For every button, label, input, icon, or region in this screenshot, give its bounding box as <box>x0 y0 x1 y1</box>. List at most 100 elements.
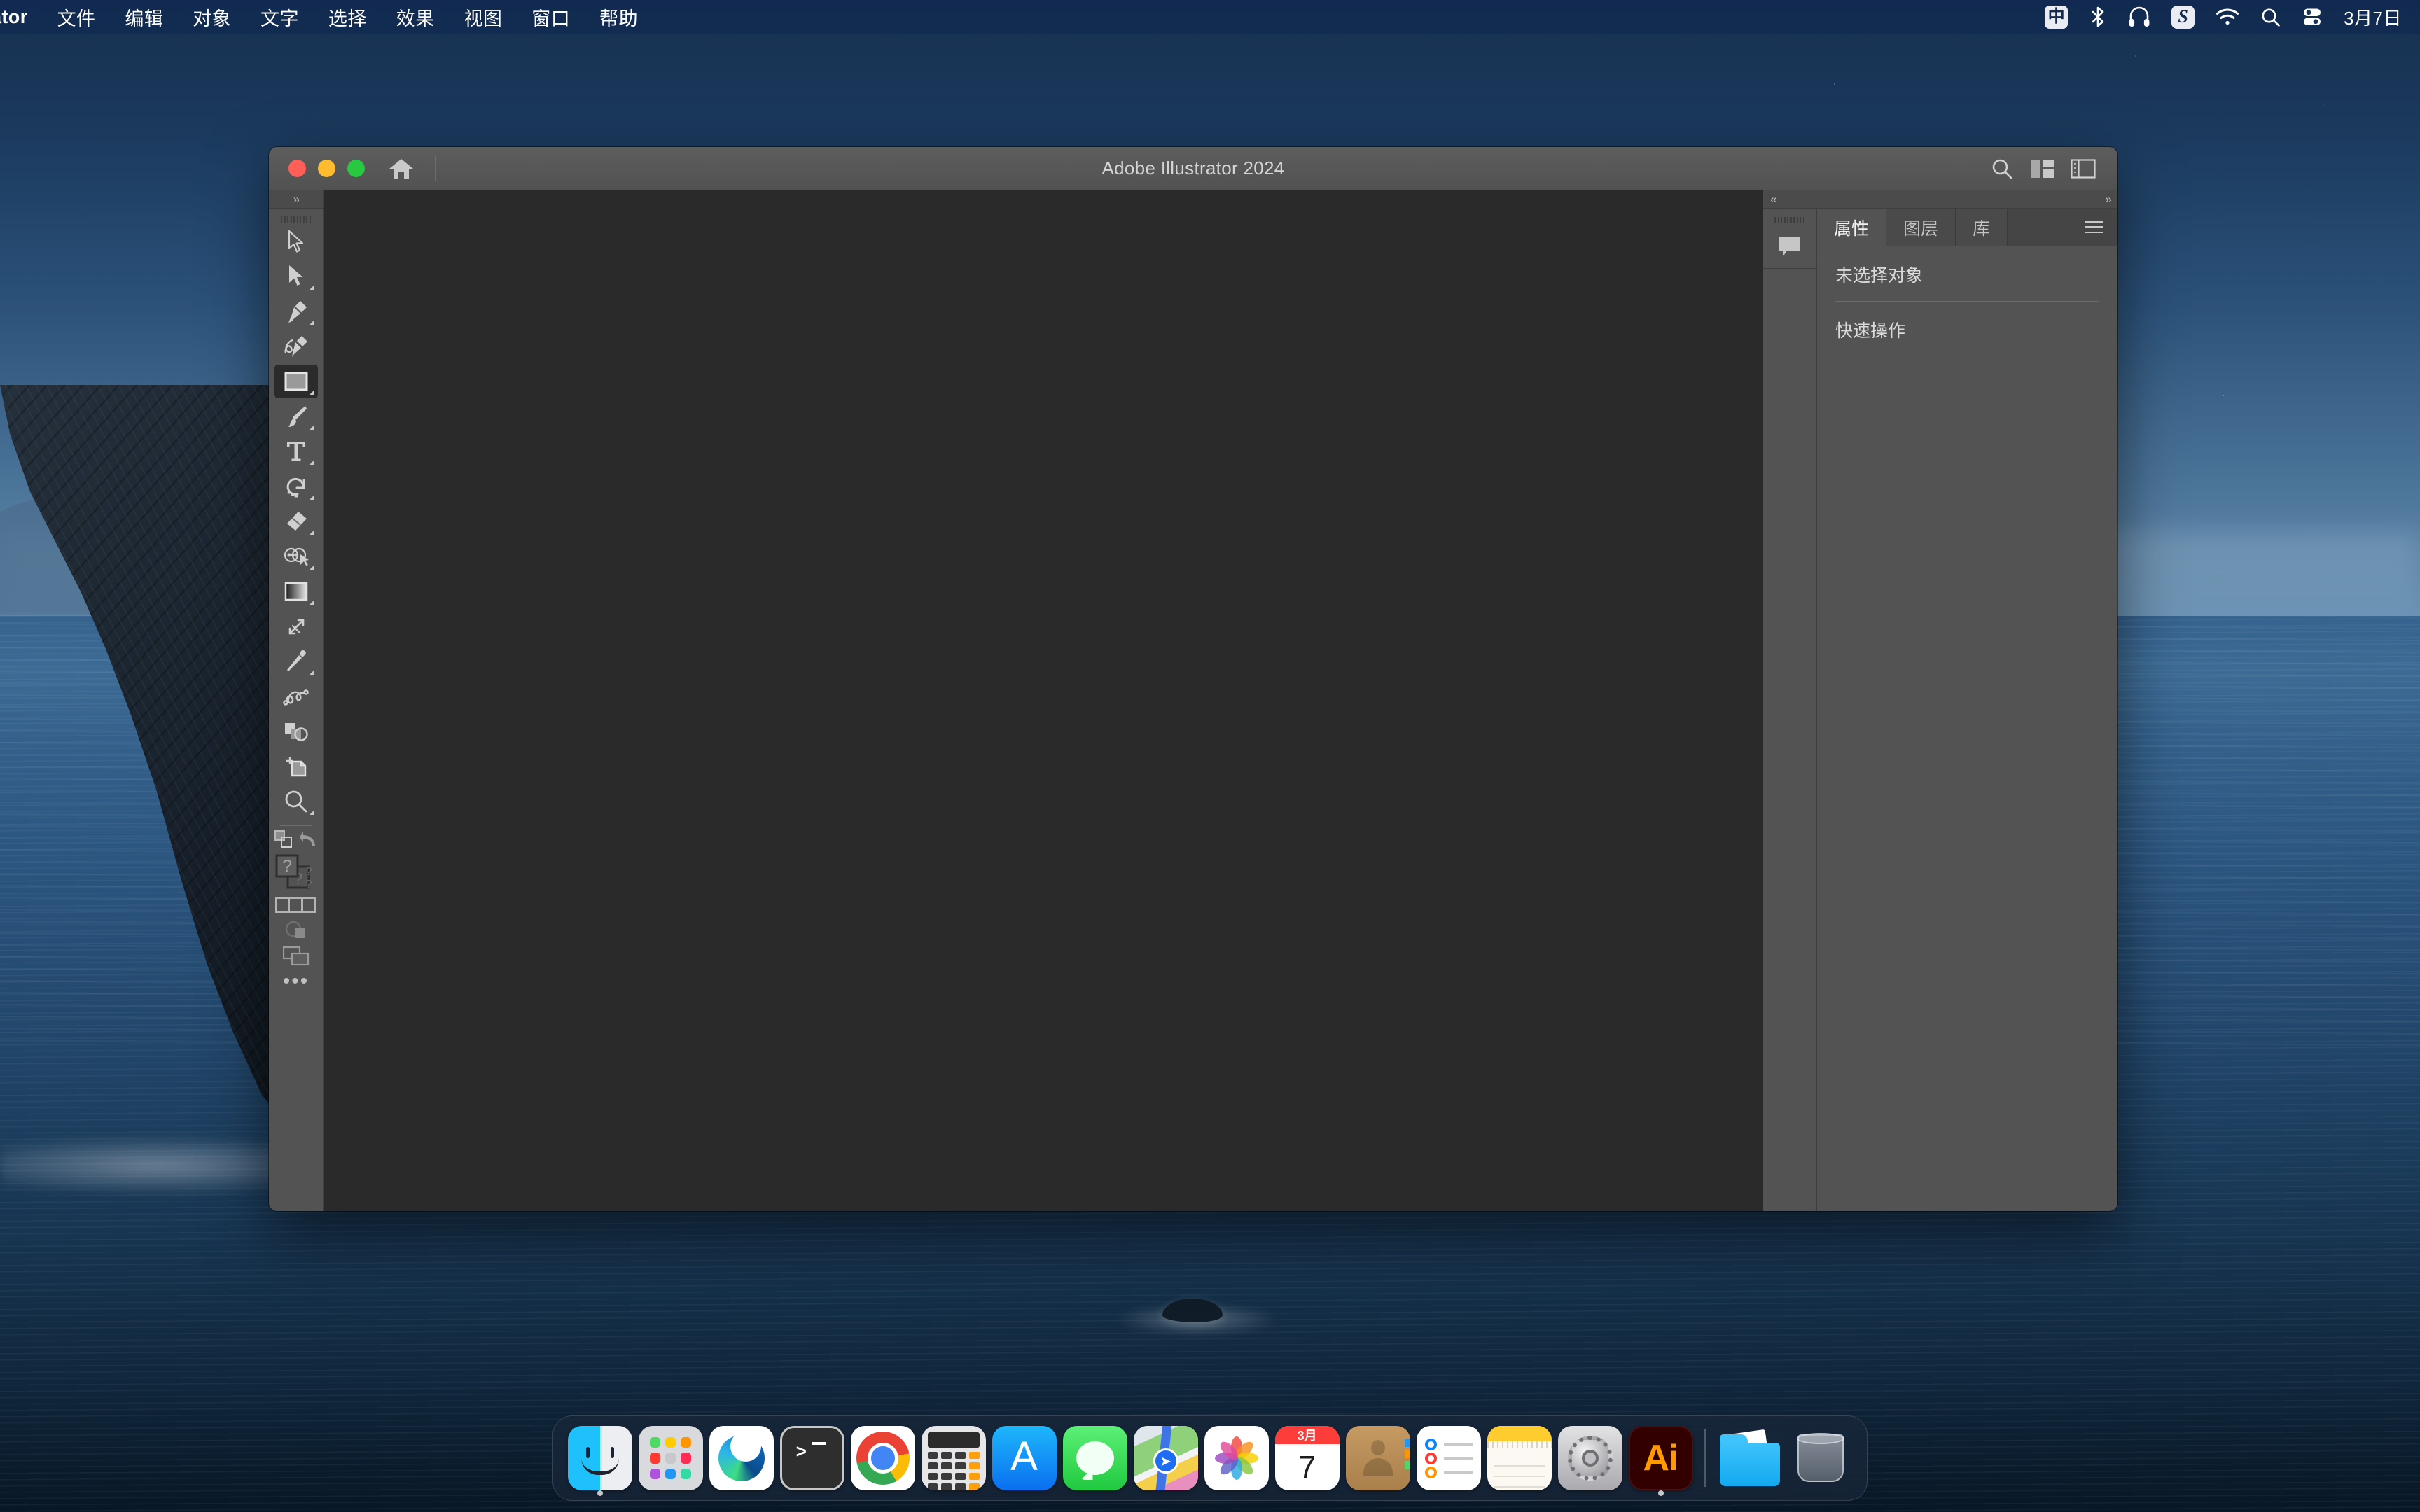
menu-app-name[interactable]: ator <box>0 0 43 34</box>
dock-item-contacts[interactable] <box>1342 1415 1413 1501</box>
input-method-indicator[interactable]: 中 <box>2045 0 2068 34</box>
screen-mode-icon[interactable] <box>269 946 323 966</box>
color-mode-buttons[interactable] <box>269 897 323 913</box>
title-bar-divider <box>435 155 436 181</box>
shape-builder-tool[interactable] <box>274 540 318 573</box>
menu-bar-clock[interactable]: 3月7日 <box>2344 0 2402 34</box>
minimize-button[interactable] <box>318 160 335 177</box>
bluetooth-icon[interactable] <box>2089 0 2107 34</box>
panel-collapse-right-button[interactable]: » <box>2106 192 2113 206</box>
tab-libraries[interactable]: 库 <box>1956 209 2008 246</box>
curvature-tool[interactable] <box>274 330 318 363</box>
tab-layers[interactable]: 图层 <box>1886 209 1956 246</box>
collapsed-panel-rail <box>1762 209 1816 1211</box>
menu-item-file[interactable]: 文件 <box>43 0 111 34</box>
tab-properties[interactable]: 属性 <box>1817 209 1887 246</box>
menu-item-select[interactable]: 选择 <box>314 0 382 34</box>
quick-actions-label: 快速操作 <box>1835 321 1906 341</box>
tools-panel-grip[interactable] <box>269 209 323 224</box>
type-tool[interactable] <box>274 435 318 468</box>
panel-collapse-bar: « » <box>1763 190 2118 209</box>
gradient-tool[interactable] <box>274 575 318 608</box>
control-center-icon[interactable] <box>2302 0 2323 34</box>
drawing-modes-icon[interactable] <box>269 920 323 939</box>
arrange-documents-icon[interactable] <box>2022 148 2063 189</box>
svg-text:?: ? <box>282 857 291 876</box>
fill-stroke-row <box>269 830 323 848</box>
dock-item-notes[interactable] <box>1484 1415 1555 1501</box>
svg-text:?: ? <box>305 866 312 878</box>
wifi-icon[interactable] <box>2216 0 2239 34</box>
spotlight-search-icon[interactable] <box>2260 0 2281 34</box>
pen-tool[interactable] <box>274 295 318 328</box>
menu-item-object[interactable]: 对象 <box>178 0 246 34</box>
dock-item-maps[interactable]: ➤ <box>1130 1415 1201 1501</box>
menu-bar: ator 文件 编辑 对象 文字 选择 效果 视图 窗口 帮助 中 <box>0 0 2420 34</box>
width-tool[interactable] <box>274 610 318 643</box>
dock-item-downloads-folder[interactable] <box>1714 1415 1785 1501</box>
eraser-tool[interactable] <box>274 505 318 538</box>
menu-item-window[interactable]: 窗口 <box>517 0 585 34</box>
direct-selection-tool[interactable] <box>274 260 318 293</box>
close-button[interactable] <box>288 160 306 177</box>
menu-item-type[interactable]: 文字 <box>246 0 314 34</box>
panel-toggle-icon[interactable] <box>2063 148 2103 189</box>
headphones-icon[interactable] <box>2128 0 2150 34</box>
svg-text:?: ? <box>305 878 312 890</box>
dock-item-google-chrome[interactable] <box>847 1415 918 1501</box>
window-title: Adobe Illustrator 2024 <box>1101 158 1285 178</box>
menu-item-view[interactable]: 视图 <box>449 0 517 34</box>
selection-tool[interactable] <box>274 225 318 258</box>
properties-panel: 属性 图层 库 未选择对象 快速操作 <box>1816 209 2118 1211</box>
panel-collapse-left-button[interactable]: « <box>1770 192 1777 206</box>
search-icon[interactable] <box>1982 148 2022 189</box>
document-canvas[interactable] <box>324 190 1763 1211</box>
dock-item-app-store[interactable]: A <box>989 1415 1059 1501</box>
eyedropper-tool[interactable] <box>274 645 318 678</box>
swap-fill-stroke-icon[interactable] <box>274 830 293 848</box>
dock-item-photos[interactable] <box>1201 1415 1272 1501</box>
dock-item-messages[interactable] <box>1059 1415 1130 1501</box>
edit-toolbar-button[interactable]: ••• <box>283 971 310 992</box>
rotate-tool[interactable] <box>274 470 318 503</box>
dock-divider <box>1704 1429 1706 1487</box>
artboard-tool[interactable] <box>274 750 318 783</box>
menu-item-help[interactable]: 帮助 <box>585 0 653 34</box>
zoom-button[interactable] <box>347 160 365 177</box>
window-toolbar-right <box>1982 148 2103 189</box>
menu-bar-status-area: 中 S 3月7日 <box>2045 0 2420 34</box>
menu-item-effect[interactable]: 效果 <box>382 0 450 34</box>
fill-stroke-swatches: ? ? ? ? <box>269 854 323 895</box>
dock-item-microsoft-edge[interactable] <box>706 1415 777 1501</box>
dock-item-calculator[interactable] <box>918 1415 989 1501</box>
dock-item-calendar[interactable]: 3月 7 <box>1272 1415 1342 1501</box>
panel-tab-strip: 属性 图层 库 <box>1817 209 2118 246</box>
panel-rail-grip[interactable] <box>1763 209 1816 225</box>
dock-item-launchpad[interactable] <box>635 1415 706 1501</box>
calendar-month: 3月 <box>1274 1426 1340 1444</box>
tools-collapse-button[interactable]: » <box>269 190 323 209</box>
symbol-sprayer-tool[interactable] <box>274 715 318 748</box>
dock-item-finder[interactable] <box>564 1415 635 1501</box>
menu-bar-left: ator 文件 编辑 对象 文字 选择 效果 视图 窗口 帮助 <box>0 0 653 34</box>
paintbrush-tool[interactable] <box>274 400 318 433</box>
dock-item-reminders[interactable] <box>1413 1415 1484 1501</box>
comments-panel-icon[interactable] <box>1762 225 1816 269</box>
menu-item-edit[interactable]: 编辑 <box>110 0 178 34</box>
rectangle-tool[interactable] <box>274 365 318 398</box>
dock-item-trash[interactable] <box>1785 1415 1856 1501</box>
right-panel-area: « » 属性 图层 库 未选择对象 快速操作 <box>1762 190 2118 1211</box>
default-fill-stroke-icon[interactable] <box>299 831 318 848</box>
tools-divider <box>279 825 312 826</box>
zoom-tool[interactable] <box>274 785 318 818</box>
panel-menu-icon[interactable] <box>2085 220 2103 234</box>
dock-item-adobe-illustrator[interactable]: Ai <box>1625 1415 1696 1501</box>
dock: > A ➤ 3月 7 Ai <box>552 1415 1868 1501</box>
home-icon[interactable] <box>389 158 414 180</box>
dock-item-terminal[interactable]: > <box>777 1415 847 1501</box>
snipaste-icon[interactable]: S <box>2171 0 2195 34</box>
adobe-illustrator-window: Adobe Illustrator 2024 » ? ? ? ? ••• « »… <box>269 147 2118 1211</box>
blend-tool[interactable] <box>274 680 318 713</box>
dock-item-system-settings[interactable] <box>1555 1415 1625 1501</box>
running-indicator <box>597 1490 603 1496</box>
